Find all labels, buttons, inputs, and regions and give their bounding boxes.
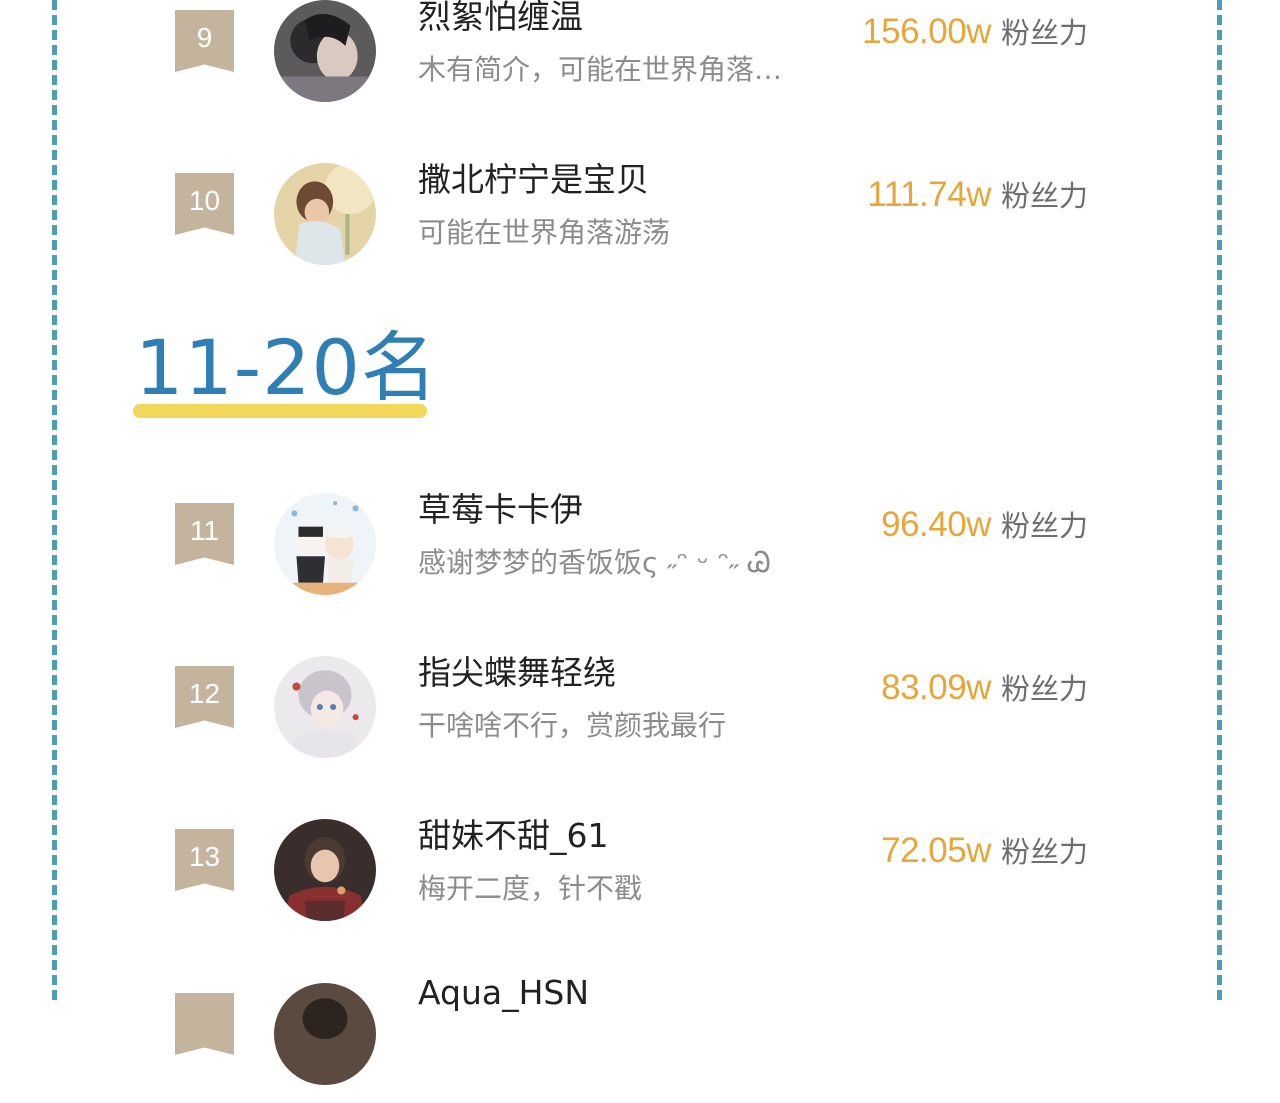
fans-value: 96.40w [881,505,991,544]
rank-badge: 10 [175,173,234,235]
fans-value: 111.74w [867,175,991,214]
user-name[interactable]: Aqua_HSN [418,973,589,1012]
user-name[interactable]: 烈絮怕缠温 [418,0,583,38]
user-name[interactable]: 指尖蝶舞轻绕 [418,646,616,694]
user-bio: 木有简介，可能在世界角落… [418,53,783,86]
fans-score: 111.74w 粉丝力 [867,173,1088,215]
fans-value: 83.09w [881,668,991,707]
user-bio: 干啥啥不行，赏颜我最行 [418,709,727,742]
avatar[interactable] [274,983,376,1085]
fans-label: 粉丝力 [1000,509,1088,543]
rank-badge: 12 [175,666,234,728]
fans-label: 粉丝力 [1000,672,1088,706]
user-bio: 可能在世界角落游荡 [418,216,671,249]
fans-score: 83.09w 粉丝力 [881,666,1088,708]
user-name[interactable]: 甜妹不甜_61 [418,809,609,857]
ranking-row[interactable]: 11 草莓卡卡伊 感谢梦梦的香饭饭ς ˶ᵔ ᵕ ᵔ˶ Ꮚ 96.40w 粉丝力 [0,490,1280,613]
user-name[interactable]: 撒北柠宁是宝贝 [418,153,649,201]
avatar[interactable] [274,163,376,265]
user-bio: 梅开二度，针不戳 [418,872,643,905]
user-bio: 感谢梦梦的香饭饭ς ˶ᵔ ᵕ ᵔ˶ Ꮚ [418,546,772,579]
fans-label: 粉丝力 [1000,16,1088,50]
fans-value: 72.05w [881,831,991,870]
rank-badge [175,993,234,1055]
avatar[interactable] [274,819,376,921]
fans-score: 156.00w 粉丝力 [862,10,1088,52]
fans-score: 72.05w 粉丝力 [881,829,1088,871]
fans-score: 96.40w 粉丝力 [881,503,1088,545]
rank-badge: 13 [175,829,234,891]
ranking-row[interactable]: 13 甜妹不甜_61 梅开二度，针不戳 72.05w 粉丝力 [0,816,1280,939]
fans-value: 156.00w [862,12,991,51]
avatar[interactable] [274,0,376,102]
ranking-row[interactable]: 12 指尖蝶舞轻绕 干啥啥不行，赏颜我最行 83.09w 粉丝力 [0,653,1280,776]
ranking-row[interactable]: 10 撒北柠宁是宝贝 可能在世界角落游荡 111.74w 粉丝力 [0,160,1280,283]
avatar[interactable] [274,493,376,595]
ranking-row[interactable]: 9 烈絮怕缠温 木有简介，可能在世界角落… 156.00w 粉丝力 [0,0,1280,120]
rank-badge: 11 [175,503,234,565]
section-title: 11-20名 [135,323,438,412]
fans-label: 粉丝力 [1000,835,1088,869]
ranking-row[interactable]: Aqua_HSN [0,973,1280,1103]
avatar[interactable] [274,656,376,758]
rank-badge: 9 [175,10,234,72]
user-name[interactable]: 草莓卡卡伊 [418,483,583,531]
fans-label: 粉丝力 [1000,179,1088,213]
